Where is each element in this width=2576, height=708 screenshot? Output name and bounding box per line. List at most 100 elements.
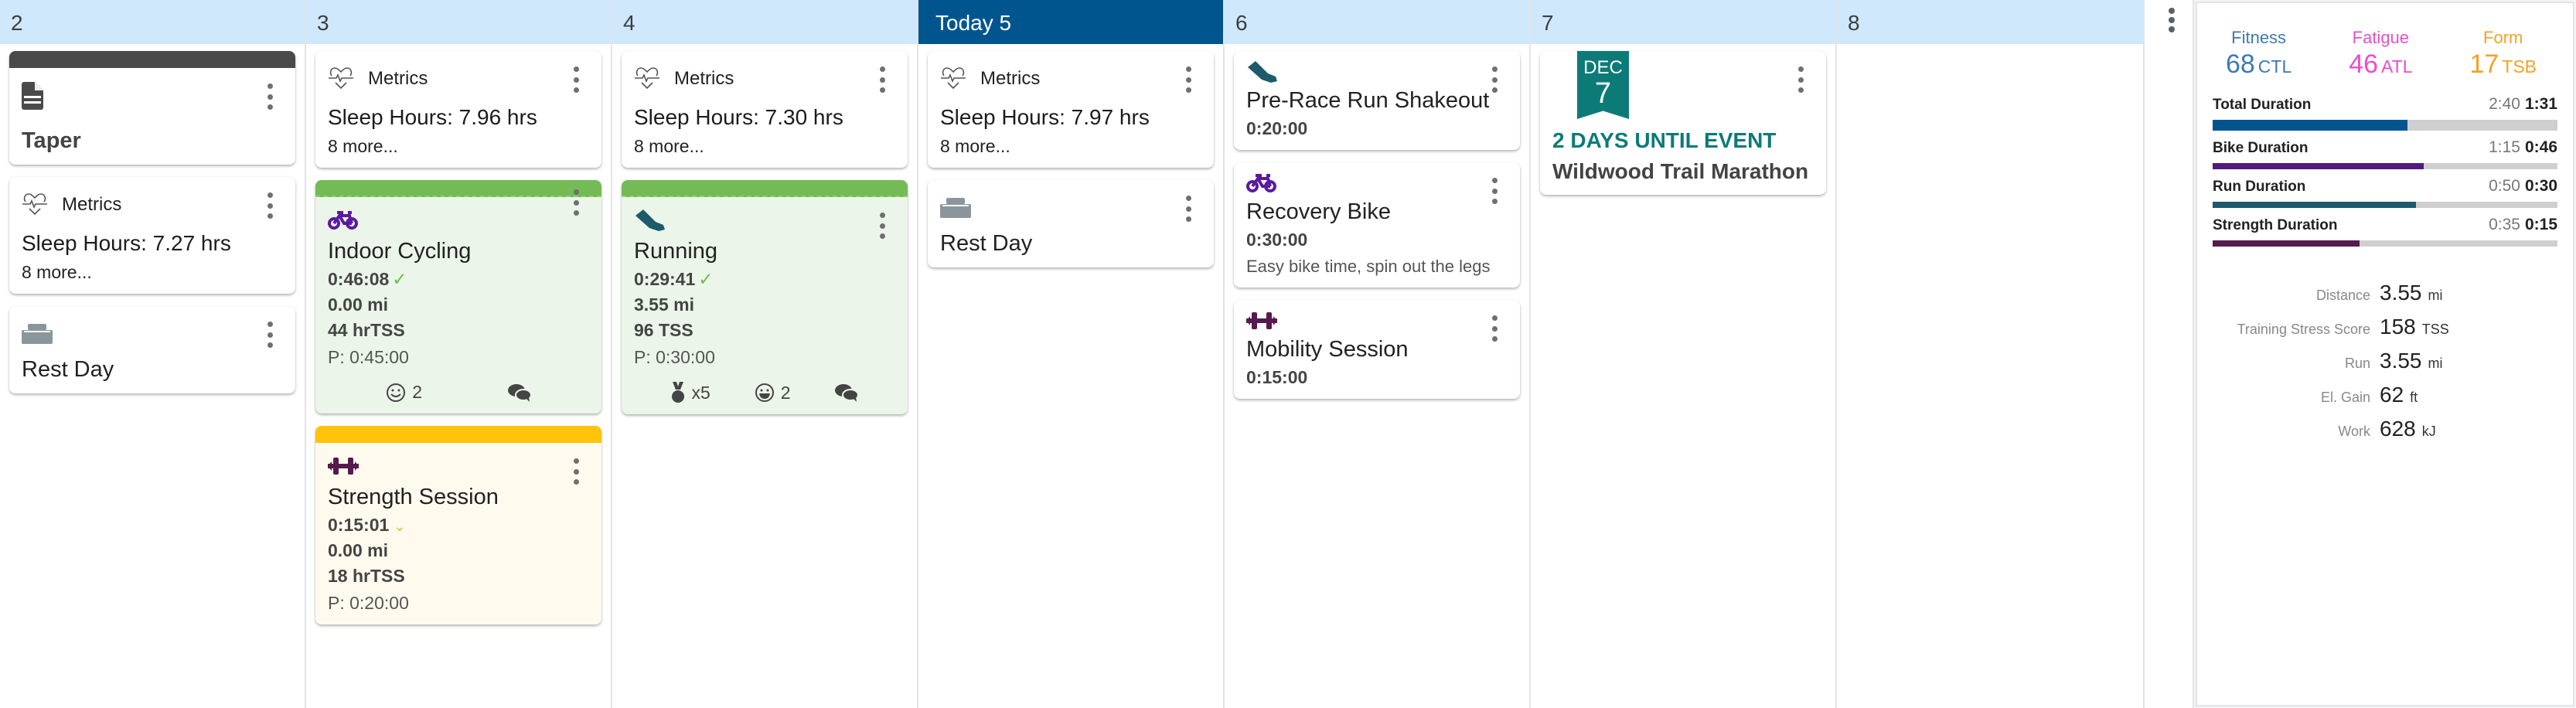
- more-metrics-link[interactable]: 8 more...: [22, 262, 283, 283]
- shoe-icon: [634, 209, 895, 231]
- card-menu-button[interactable]: [878, 66, 886, 93]
- workout-card-strength-session[interactable]: Strength Session 0:15:01 ⌄ 0.00 mi 18 hrT…: [315, 426, 601, 625]
- workout-distance: 0.00 mi: [328, 540, 388, 560]
- day-header-today[interactable]: Today 5: [918, 0, 1223, 44]
- dumbbell-icon: [328, 455, 589, 477]
- workout-card-running[interactable]: Running 0:29:41 ✓ 3.55 mi 96 TSS P: 0:30:…: [622, 180, 908, 414]
- metrics-label: Metrics: [674, 68, 734, 89]
- event-card-wildwood-trail-marathon[interactable]: DEC 7 2 DAYS UNTIL EVENT Wildwood Trail …: [1540, 51, 1826, 195]
- workout-duration: 0:15:01 ⌄: [328, 515, 406, 535]
- rest-day-title: Rest Day: [940, 231, 1033, 256]
- sleep-hours: Sleep Hours: 7.97 hrs: [940, 105, 1150, 129]
- workout-title: Pre-Race Run Shakeout: [1246, 88, 1490, 113]
- personal-records[interactable]: x5: [671, 382, 710, 403]
- progress-fill: [2213, 202, 2417, 208]
- day-column-3[interactable]: 3 Metrics Sleep Hours: 7.96 hrs 8 more..…: [306, 0, 612, 708]
- day-column-6[interactable]: 6 Pre-Race Run Shakeout 0:20:00 Recovery…: [1225, 0, 1531, 708]
- heart-pulse-icon: [634, 66, 660, 91]
- day-column-4[interactable]: 4 Metrics Sleep Hours: 7.30 hrs 8 more..…: [612, 0, 918, 708]
- card-menu-button[interactable]: [266, 83, 274, 110]
- total-elevation-gain: El. Gain 62 ft: [2320, 383, 2418, 407]
- compliance-band: [315, 426, 601, 443]
- day-header[interactable]: 2: [0, 0, 305, 44]
- event-countdown: 2 DAYS UNTIL EVENT: [1552, 128, 1777, 152]
- metrics-label: Metrics: [980, 68, 1041, 89]
- day-column-today-5[interactable]: Today 5 Metrics Sleep Hours: 7.97 hrs 8 …: [918, 0, 1225, 708]
- workout-planned-duration: 0:30:00: [1246, 230, 1308, 250]
- metrics-card[interactable]: Metrics Sleep Hours: 7.97 hrs 8 more...: [928, 51, 1214, 168]
- more-metrics-link[interactable]: 8 more...: [634, 136, 895, 157]
- sleep-hours: Sleep Hours: 7.96 hrs: [328, 105, 537, 129]
- card-menu-button[interactable]: [878, 213, 886, 239]
- note-title: Taper: [22, 128, 81, 153]
- medal-icon: [671, 382, 685, 403]
- heart-pulse-icon: [940, 66, 966, 91]
- compliance-band: [315, 180, 601, 197]
- card-menu-button[interactable]: [1491, 315, 1498, 342]
- workout-card-pre-race-shakeout[interactable]: Pre-Race Run Shakeout 0:20:00: [1234, 51, 1520, 150]
- day-header[interactable]: 8: [1837, 0, 2143, 44]
- more-metrics-link[interactable]: 8 more...: [328, 136, 589, 157]
- card-menu-button[interactable]: [1491, 66, 1498, 93]
- workout-card-recovery-bike[interactable]: Recovery Bike 0:30:00 Easy bike time, sp…: [1234, 162, 1520, 288]
- comments-icon[interactable]: [834, 383, 858, 402]
- grin-icon: [755, 383, 775, 403]
- workout-planned-duration: 0:20:00: [1246, 118, 1308, 138]
- day-header[interactable]: 3: [306, 0, 611, 44]
- day-header[interactable]: 7: [1531, 0, 1835, 44]
- workout-planned-duration: 0:15:00: [1246, 367, 1308, 388]
- week-menu-button[interactable]: [2168, 8, 2176, 32]
- card-menu-button[interactable]: [1491, 178, 1498, 204]
- day-header[interactable]: 4: [612, 0, 917, 44]
- more-metrics-link[interactable]: 8 more...: [940, 136, 1201, 157]
- card-menu-button[interactable]: [572, 66, 580, 93]
- day-column-7[interactable]: 7 DEC 7 2 DAYS UNTIL EVENT Wildwood Trai…: [1531, 0, 1837, 708]
- card-menu-button[interactable]: [572, 189, 580, 216]
- feel-rating[interactable]: 2: [386, 382, 422, 403]
- workout-planned: P: 0:30:00: [634, 347, 715, 367]
- workout-title: Strength Session: [328, 485, 499, 509]
- rest-day-title: Rest Day: [22, 357, 114, 382]
- strength-duration-bar: Strength Duration 0:35 0:15: [2213, 216, 2557, 247]
- card-menu-button[interactable]: [1184, 66, 1192, 93]
- workout-tss: 18 hrTSS: [328, 566, 405, 586]
- fitness-stat: Fitness 68 CTL: [2225, 28, 2292, 79]
- week-summary-panel: Fitness 68 CTL Fatigue 46 ATL Form 17 TSB T…: [2196, 2, 2574, 706]
- workout-planned: P: 0:45:00: [328, 347, 409, 367]
- metrics-card[interactable]: Metrics Sleep Hours: 7.30 hrs 8 more...: [622, 51, 908, 168]
- card-menu-button[interactable]: [572, 458, 580, 485]
- card-color-band: [9, 51, 295, 68]
- card-menu-button[interactable]: [1797, 66, 1804, 93]
- workout-title: Running: [634, 239, 718, 264]
- day-header[interactable]: 6: [1225, 0, 1529, 44]
- workout-card-mobility-session[interactable]: Mobility Session 0:15:00: [1234, 300, 1520, 400]
- metrics-label: Metrics: [368, 68, 428, 89]
- card-menu-button[interactable]: [266, 192, 274, 219]
- bike-icon: [328, 209, 589, 231]
- comments-icon[interactable]: [507, 383, 531, 402]
- metrics-card[interactable]: Metrics Sleep Hours: 7.27 hrs 8 more...: [9, 177, 295, 294]
- document-icon: [22, 80, 283, 111]
- workout-title: Indoor Cycling: [328, 239, 472, 264]
- metrics-card[interactable]: Metrics Sleep Hours: 7.96 hrs 8 more...: [315, 51, 601, 168]
- card-menu-button[interactable]: [266, 322, 274, 348]
- workout-description: Easy bike time, spin out the legs: [1246, 257, 1491, 276]
- feel-rating[interactable]: 2: [755, 383, 791, 403]
- total-distance: Distance 3.55 mi: [2315, 281, 2443, 305]
- rest-day-card[interactable]: Rest Day: [928, 180, 1214, 267]
- workout-duration: 0:46:08 ✓: [328, 269, 407, 289]
- note-card-taper[interactable]: Taper: [9, 51, 295, 165]
- card-menu-button[interactable]: [1184, 196, 1192, 222]
- workout-planned: P: 0:20:00: [328, 593, 409, 613]
- chevron-down-icon: ⌄: [394, 519, 406, 534]
- day-column-8[interactable]: 8: [1837, 0, 2145, 708]
- week-totals: Distance 3.55 mi Training Stress Score 158 T…: [2197, 281, 2573, 441]
- fatigue-stat: Fatigue 46 ATL: [2349, 28, 2413, 79]
- metrics-label: Metrics: [62, 194, 122, 215]
- progress-fill: [2213, 163, 2424, 169]
- day-column-2[interactable]: 2 Taper Metrics Sleep Hours: 7.27 hrs 8 …: [0, 0, 306, 708]
- workout-distance: 0.00 mi: [328, 294, 388, 315]
- progress-fill: [2213, 120, 2407, 131]
- rest-day-card[interactable]: Rest Day: [9, 306, 295, 393]
- workout-card-indoor-cycling[interactable]: Indoor Cycling 0:46:08 ✓ 0.00 mi 44 hrTSS…: [315, 180, 601, 414]
